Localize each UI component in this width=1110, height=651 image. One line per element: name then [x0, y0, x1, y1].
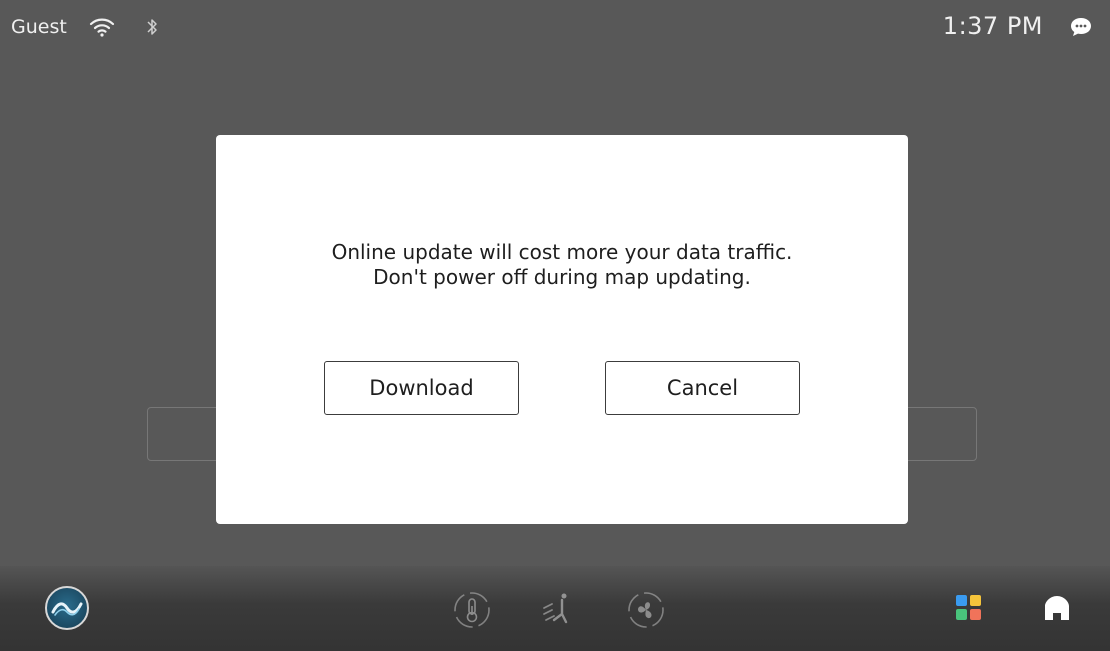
background-input-right: [896, 407, 977, 461]
brand-logo-icon[interactable]: [45, 586, 89, 630]
temperature-icon[interactable]: [450, 588, 494, 632]
airflow-seat-icon[interactable]: [536, 588, 580, 632]
apps-grid-icon[interactable]: [956, 595, 982, 621]
bottom-dock: [0, 566, 1110, 651]
update-confirm-dialog: Online update will cost more your data t…: [216, 135, 908, 524]
dialog-message-line-1: Online update will cost more your data t…: [331, 240, 793, 264]
status-bar: Guest 1:37 PM: [0, 0, 1110, 58]
fan-icon[interactable]: [624, 588, 668, 632]
home-icon[interactable]: [1042, 593, 1072, 623]
dialog-message: Online update will cost more your data t…: [216, 240, 908, 290]
background-input-left: [147, 407, 227, 461]
wifi-icon[interactable]: [89, 17, 115, 37]
cancel-button[interactable]: Cancel: [605, 361, 800, 415]
clock: 1:37 PM: [942, 12, 1043, 40]
bluetooth-icon[interactable]: [144, 16, 160, 38]
user-label[interactable]: Guest: [11, 16, 67, 38]
download-button[interactable]: Download: [324, 361, 519, 415]
message-icon[interactable]: [1070, 17, 1092, 37]
dialog-message-line-2: Don't power off during map updating.: [373, 265, 751, 289]
